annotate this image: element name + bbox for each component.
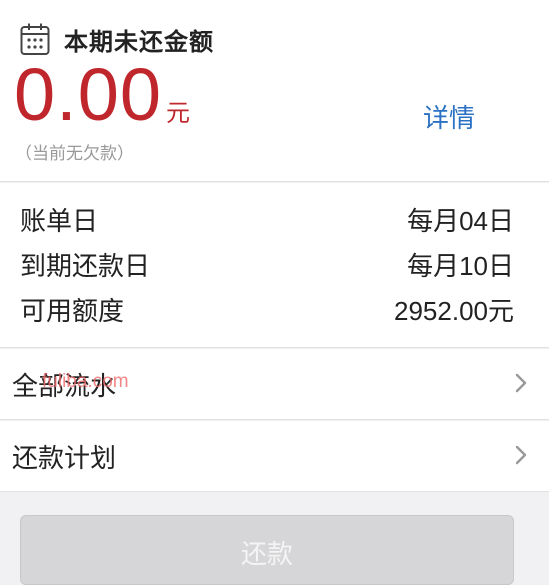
no-debt-note: （当前无欠款）: [15, 144, 134, 164]
nav-item-repayment-plan[interactable]: 还款计划: [0, 421, 549, 491]
nav-item-label: 还款计划: [12, 443, 117, 474]
amount-currency: 元: [166, 99, 191, 127]
details-link[interactable]: 详情: [423, 98, 475, 135]
info-row-billing-day: 账单日 每月04日: [20, 197, 514, 241]
info-row-due-day: 到期还款日 每月10日: [20, 242, 514, 286]
info-value: 每月10日: [407, 250, 514, 281]
page-title: 本期未还金额: [64, 27, 214, 56]
info-label: 账单日: [20, 206, 99, 237]
divider: [0, 181, 549, 182]
info-value: 2952.00元: [394, 295, 514, 326]
chevron-right-icon: [515, 445, 527, 465]
chevron-right-icon: [515, 373, 527, 393]
calendar-icon: [20, 23, 50, 55]
info-label: 可用额度: [20, 296, 125, 327]
info-value: 每月04日: [407, 205, 514, 236]
divider: [0, 419, 549, 420]
bill-info: 账单日 每月04日 到期还款日 每月10日 可用额度 2952.00元: [0, 183, 549, 347]
repay-button[interactable]: 还款: [20, 515, 514, 585]
unpaid-summary-card: 本期未还金额 0.00 元 详情 （当前无欠款）: [0, 0, 549, 181]
amount-value: 0.00: [14, 53, 163, 136]
info-row-available-credit: 可用额度 2952.00元: [20, 287, 514, 331]
unpaid-amount: 0.00 元: [14, 58, 190, 132]
watermark: fuliba.com: [42, 371, 129, 392]
divider: [0, 347, 549, 348]
info-label: 到期还款日: [20, 251, 151, 282]
